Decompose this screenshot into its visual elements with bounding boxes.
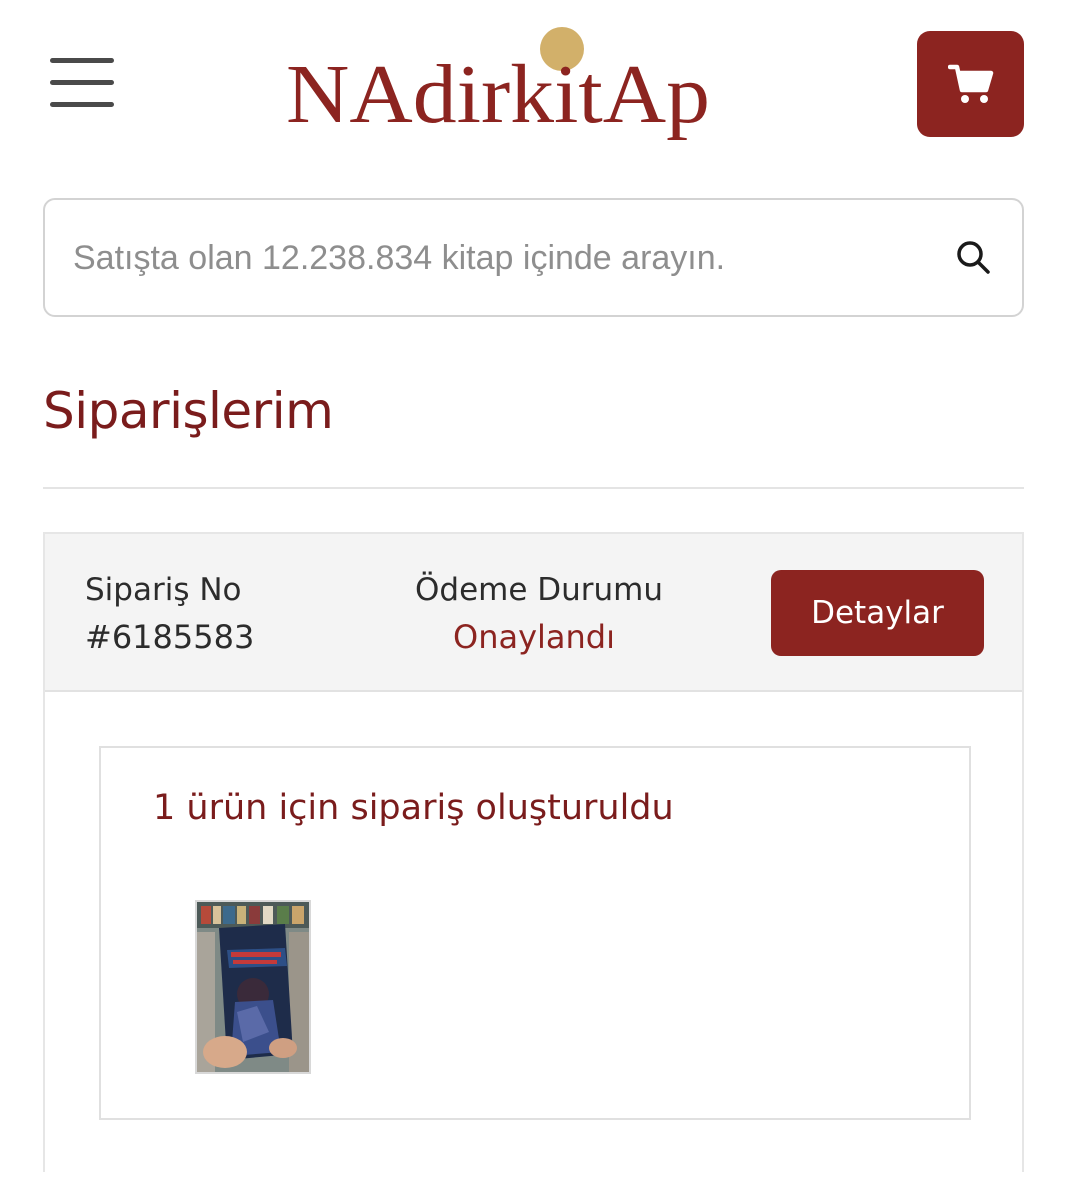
book-photo <box>197 902 309 1072</box>
menu-bar <box>50 102 114 107</box>
search-box <box>43 198 1024 317</box>
shopping-cart-icon <box>947 64 993 103</box>
divider <box>43 487 1024 489</box>
order-header: Sipariş No #6185583 Ödeme Durumu Onaylan… <box>45 534 1022 692</box>
order-number-label: Sipariş No <box>85 572 242 608</box>
site-logo[interactable]: NAdirkitAp <box>280 22 720 147</box>
orders-page: NAdirkitAp Siparişlerim Sipariş No #6185… <box>0 0 1066 1200</box>
payment-status-label: Ödeme Durumu <box>415 572 664 608</box>
hamburger-menu-icon[interactable] <box>50 58 114 110</box>
nadirkitap-logo: NAdirkitAp <box>286 27 710 141</box>
page-title: Siparişlerim <box>43 382 334 440</box>
search-input[interactable] <box>73 230 933 286</box>
menu-bar <box>50 80 114 85</box>
logo-text: NAdirkitAp <box>286 48 710 141</box>
search-icon[interactable] <box>954 238 994 278</box>
menu-bar <box>50 58 114 63</box>
order-items-box: 1 ürün için sipariş oluşturuldu <box>99 746 971 1120</box>
payment-status-value: Onaylandı <box>453 618 615 656</box>
cart-button[interactable] <box>917 31 1024 137</box>
order-card: Sipariş No #6185583 Ödeme Durumu Onaylan… <box>43 532 1024 1172</box>
order-items-summary: 1 ürün için sipariş oluşturuldu <box>153 788 674 828</box>
order-number-value: #6185583 <box>85 618 255 656</box>
book-thumbnail[interactable] <box>195 900 311 1074</box>
details-button[interactable]: Detaylar <box>771 570 984 656</box>
